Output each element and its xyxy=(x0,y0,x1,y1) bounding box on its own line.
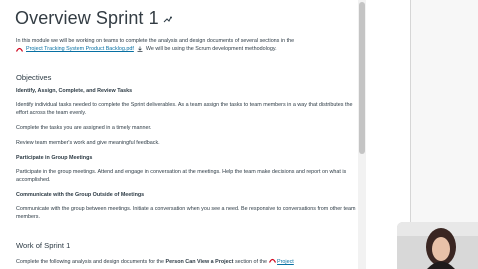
content-body: In this module we will be working on tea… xyxy=(15,37,362,265)
work-text-before: Complete the following analysis and desi… xyxy=(16,259,165,265)
page-title: Overview Sprint 1 xyxy=(15,7,159,28)
intro-line2: Project Tracking System Product Backlog.… xyxy=(15,45,362,53)
paragraph-group-meetings: Participate in the group meetings. Atten… xyxy=(16,169,347,183)
title-row: Overview Sprint 1 xyxy=(15,7,172,29)
work-bold-text: Person Can View a Project xyxy=(165,259,234,265)
paragraph-complete-tasks: Complete the tasks you are assigned in a… xyxy=(16,125,152,131)
pdf-file-icon xyxy=(268,258,276,263)
download-icon[interactable] xyxy=(137,46,143,52)
work-paragraph: Complete the following analysis and desi… xyxy=(16,258,362,266)
page: Overview Sprint 1 In this module we will… xyxy=(0,0,478,269)
work-text-middle: section of the xyxy=(234,259,268,265)
scrollbar-thumb[interactable] xyxy=(359,2,365,154)
objectives-heading-text: Objectives xyxy=(16,73,52,82)
intro-text-after: We will be using the Scrum development m… xyxy=(145,46,277,52)
external-edit-icon[interactable] xyxy=(163,11,172,29)
subheading-identify-tasks: Identify, Assign, Complete, and Review T… xyxy=(16,88,133,94)
paragraph-identify-tasks: Identify individual tasks needed to comp… xyxy=(16,102,353,116)
objectives-heading: Objectives xyxy=(16,73,51,83)
work-sprint-heading: Work of Sprint 1 xyxy=(16,241,71,250)
paragraph-review-work: Review team member's work and give meani… xyxy=(16,140,160,146)
webcam-overlay xyxy=(397,222,478,269)
intro-text: In this module we will be working on tea… xyxy=(16,38,295,44)
pdf-file-icon xyxy=(15,47,24,52)
subheading-communicate: Communicate with the Group Outside of Me… xyxy=(16,192,145,198)
subheading-group-meetings: Participate in Group Meetings xyxy=(16,155,93,161)
project-link[interactable]: Project xyxy=(277,259,294,265)
paragraph-communicate: Communicate with the group between meeti… xyxy=(16,206,356,220)
side-panel xyxy=(410,0,478,227)
intro-paragraph: In this module we will be working on tea… xyxy=(15,37,362,53)
backlog-pdf-link[interactable]: Project Tracking System Product Backlog.… xyxy=(26,45,134,53)
